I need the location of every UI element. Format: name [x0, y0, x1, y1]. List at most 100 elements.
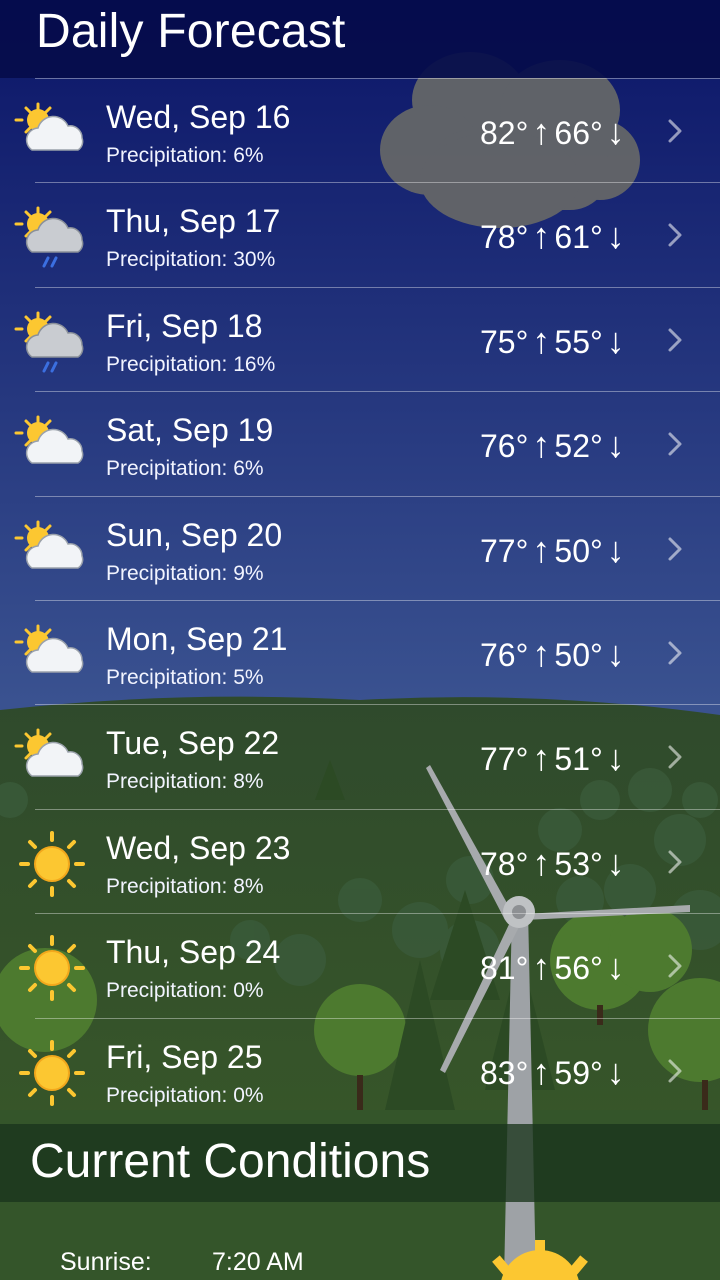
forecast-row[interactable]: Thu, Sep 24 Precipitation: 0% 81° ↑ 56° ↓ [0, 913, 720, 1017]
low-temp: 50° [554, 532, 603, 569]
forecast-day: Fri, Sep 18 [106, 307, 263, 344]
forecast-temperatures: 76° ↑ 50° ↓ [480, 632, 629, 675]
high-temp: 83° [480, 1054, 529, 1091]
chevron-right-icon[interactable] [666, 952, 684, 980]
arrow-down-icon: ↓ [606, 111, 625, 152]
chevron-right-icon[interactable] [666, 535, 684, 563]
chevron-right-icon[interactable] [666, 1057, 684, 1085]
forecast-precipitation: Precipitation: 6% [106, 144, 264, 167]
chevron-right-icon[interactable] [666, 743, 684, 771]
low-temp: 51° [554, 741, 603, 778]
high-temp: 82° [480, 115, 529, 151]
low-temp: 59° [554, 1054, 603, 1091]
forecast-day: Tue, Sep 22 [106, 725, 280, 762]
arrow-down-icon: ↓ [606, 946, 625, 988]
forecast-row[interactable]: Mon, Sep 21 Precipitation: 5% 76° ↑ 50° ↓ [0, 599, 720, 704]
sunrise-label: Sunrise: [60, 1248, 152, 1276]
arrow-up-icon: ↑ [532, 319, 551, 361]
low-temp: 61° [554, 219, 603, 256]
forecast-day: Thu, Sep 24 [106, 934, 281, 971]
forecast-precipitation: Precipitation: 8% [106, 874, 264, 898]
high-temp: 77° [480, 741, 529, 778]
partly-cloudy-rain-icon [14, 202, 92, 272]
forecast-precipitation: Precipitation: 30% [106, 248, 276, 272]
arrow-down-icon: ↓ [606, 424, 625, 466]
sunny-icon [14, 933, 92, 1003]
high-temp: 77° [480, 532, 529, 569]
chevron-right-icon[interactable] [666, 430, 684, 458]
forecast-row[interactable]: Fri, Sep 25 Precipitation: 0% 83° ↑ 59° ↓ [0, 1017, 720, 1122]
chevron-right-icon[interactable] [666, 639, 684, 667]
forecast-temperatures: 77° ↑ 50° ↓ [480, 528, 629, 571]
sunny-icon [14, 1038, 92, 1108]
page-title: Daily Forecast [36, 5, 346, 58]
forecast-precipitation: Precipitation: 6% [106, 457, 264, 481]
arrow-up-icon: ↑ [532, 215, 551, 257]
chevron-right-icon[interactable] [666, 221, 684, 249]
forecast-row[interactable]: Sat, Sep 19 Precipitation: 6% 76° ↑ 52° ↓ [0, 391, 720, 495]
high-temp: 76° [480, 636, 529, 673]
high-temp: 76° [480, 428, 529, 465]
arrow-up-icon: ↑ [532, 424, 551, 466]
arrow-up-icon: ↑ [532, 1050, 551, 1092]
arrow-down-icon: ↓ [606, 319, 625, 361]
partly-cloudy-icon [14, 98, 92, 168]
forecast-day: Sun, Sep 20 [106, 516, 283, 553]
arrow-up-icon: ↑ [532, 111, 551, 152]
forecast-day: Thu, Sep 17 [106, 203, 281, 240]
forecast-row[interactable]: Thu, Sep 17 Precipitation: 30% 78° ↑ 61° ↓ [0, 182, 720, 286]
arrow-down-icon: ↓ [606, 841, 625, 883]
forecast-temperatures: 78° ↑ 53° ↓ [480, 841, 629, 884]
forecast-precipitation: Precipitation: 0% [106, 979, 264, 1003]
chevron-right-icon[interactable] [666, 848, 684, 876]
arrow-up-icon: ↑ [532, 946, 551, 988]
header-bar: Daily Forecast [0, 0, 720, 78]
low-temp: 56° [554, 950, 603, 987]
high-temp: 75° [480, 323, 529, 360]
low-temp: 53° [554, 845, 603, 882]
partly-cloudy-icon [14, 516, 92, 586]
arrow-up-icon: ↑ [532, 528, 551, 570]
forecast-row[interactable]: Tue, Sep 22 Precipitation: 8% 77° ↑ 51° ↓ [0, 704, 720, 808]
forecast-precipitation: Precipitation: 16% [106, 352, 276, 376]
forecast-row[interactable]: Wed, Sep 16 Precipitation: 6% 82° ↑ 66° ↓ [0, 78, 720, 182]
arrow-down-icon: ↓ [606, 632, 625, 674]
low-temp: 50° [554, 636, 603, 673]
arrow-down-icon: ↓ [606, 215, 625, 257]
partly-cloudy-icon [14, 620, 92, 690]
forecast-precipitation: Precipitation: 5% [106, 665, 264, 689]
partly-cloudy-rain-icon [14, 307, 92, 377]
sunny-icon [14, 829, 92, 899]
arrow-down-icon: ↓ [606, 737, 625, 779]
forecast-temperatures: 83° ↑ 59° ↓ [480, 1050, 629, 1093]
high-temp: 81° [480, 950, 529, 987]
forecast-precipitation: Precipitation: 9% [106, 561, 264, 585]
forecast-temperatures: 76° ↑ 52° ↓ [480, 425, 629, 466]
forecast-day: Sat, Sep 19 [106, 412, 274, 449]
low-temp: 55° [554, 323, 603, 360]
forecast-temperatures: 81° ↑ 56° ↓ [480, 947, 629, 988]
forecast-temperatures: 75° ↑ 55° ↓ [480, 319, 629, 362]
forecast-temperatures: 78° ↑ 61° ↓ [480, 216, 629, 257]
arrow-up-icon: ↑ [532, 632, 551, 674]
forecast-day: Wed, Sep 23 [106, 829, 291, 866]
current-conditions-header: Current Conditions [0, 1124, 720, 1202]
arrow-up-icon: ↑ [532, 841, 551, 883]
forecast-row[interactable]: Fri, Sep 18 Precipitation: 16% 75° ↑ 55° ↓ [0, 286, 720, 391]
chevron-right-icon[interactable] [666, 117, 684, 145]
low-temp: 66° [554, 115, 603, 151]
low-temp: 52° [554, 428, 603, 465]
forecast-row[interactable]: Sun, Sep 20 Precipitation: 9% 77° ↑ 50° ↓ [0, 495, 720, 600]
forecast-row[interactable]: Wed, Sep 23 Precipitation: 8% 78° ↑ 53° ↓ [0, 808, 720, 913]
forecast-day: Wed, Sep 16 [106, 99, 291, 135]
forecast-day: Mon, Sep 21 [106, 620, 288, 657]
partly-cloudy-icon [14, 724, 92, 794]
forecast-day: Fri, Sep 25 [106, 1038, 263, 1075]
forecast-temperatures: 82° ↑ 66° ↓ [480, 112, 629, 153]
forecast-precipitation: Precipitation: 8% [106, 770, 264, 794]
partly-cloudy-icon [14, 411, 92, 481]
arrow-down-icon: ↓ [606, 1050, 625, 1092]
chevron-right-icon[interactable] [666, 326, 684, 354]
arrow-up-icon: ↑ [532, 737, 551, 779]
high-temp: 78° [480, 845, 529, 882]
